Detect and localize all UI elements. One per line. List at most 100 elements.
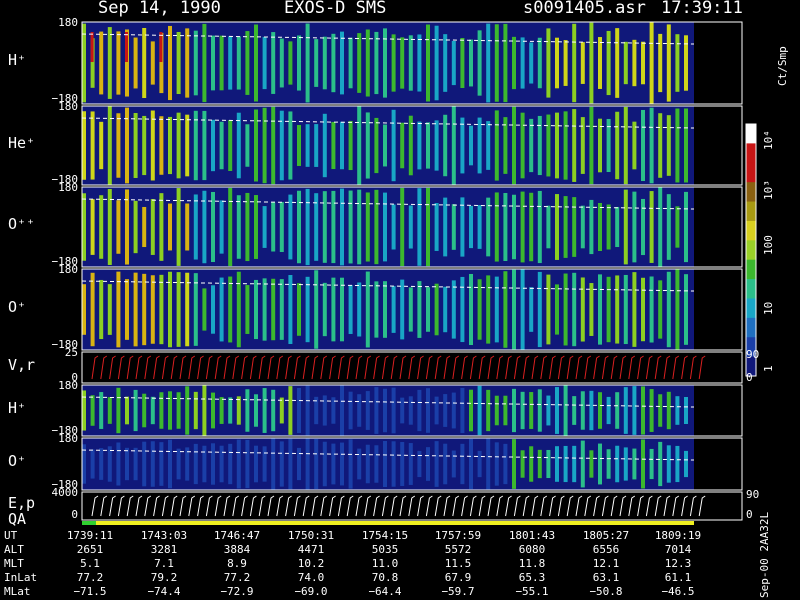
heatmap-band xyxy=(391,109,396,182)
heatmap-band xyxy=(649,276,654,343)
trace-mark xyxy=(417,495,424,517)
heatmap-band xyxy=(417,389,422,432)
heatmap-band xyxy=(202,110,207,181)
heatmap-band xyxy=(408,35,413,91)
heatmap-band xyxy=(494,395,499,426)
heatmap-band xyxy=(520,391,525,430)
heatmap-band xyxy=(82,390,86,431)
heatmap-bg xyxy=(82,438,694,490)
trace-mark xyxy=(214,355,222,380)
heatmap-band xyxy=(142,441,147,487)
heatmap-band xyxy=(512,439,516,489)
trace-mark xyxy=(390,355,398,380)
heatmap-band xyxy=(666,194,671,260)
heatmap-band xyxy=(185,447,190,481)
heatmap-band xyxy=(150,396,155,425)
info-cell: 1746:47 xyxy=(213,529,261,542)
info-row-label: InLat xyxy=(4,571,38,584)
heatmap-band xyxy=(168,391,172,430)
trace-mark xyxy=(601,355,609,380)
heatmap-band xyxy=(477,450,482,478)
heatmap-band xyxy=(193,194,198,260)
heatmap-band xyxy=(443,394,448,427)
y-tick-label: 180 xyxy=(58,263,78,276)
heatmap-band xyxy=(486,197,491,257)
heatmap-band xyxy=(107,27,112,99)
heatmap-band xyxy=(202,288,207,331)
heatmap-bg xyxy=(82,269,694,350)
trace-mark xyxy=(179,355,187,380)
colorbar-segment xyxy=(746,279,756,299)
heatmap-band xyxy=(245,439,250,489)
heatmap-band xyxy=(357,106,362,185)
colorbar-segment xyxy=(746,124,756,144)
heatmap-band xyxy=(512,36,516,90)
heatmap-band xyxy=(684,191,688,263)
heatmap-band xyxy=(520,450,525,478)
heatmap-band xyxy=(305,438,310,490)
heatmap-band xyxy=(271,438,276,490)
heatmap-band xyxy=(589,390,594,431)
heatmap-band xyxy=(563,445,568,483)
heatmap-band xyxy=(460,443,465,485)
heatmap-band xyxy=(615,445,620,483)
heatmap-band xyxy=(305,23,310,103)
trace-mark xyxy=(478,495,486,517)
info-cell: 1750:31 xyxy=(287,529,335,542)
info-cell: 5035 xyxy=(371,543,399,556)
heatmap-band xyxy=(658,33,663,93)
heatmap-band xyxy=(254,394,258,427)
heatmap-band xyxy=(107,189,112,265)
heatmap-band xyxy=(374,117,379,174)
info-cell: 67.9 xyxy=(444,571,472,584)
heatmap-band xyxy=(211,119,215,172)
heatmap-band xyxy=(666,271,671,348)
heatmap-band xyxy=(297,387,301,434)
heatmap-band xyxy=(649,22,654,104)
info-cell: −64.4 xyxy=(368,585,402,598)
heatmap-band xyxy=(684,450,688,478)
heatmap-band xyxy=(512,388,516,433)
heatmap-band xyxy=(185,114,190,177)
trace-mark xyxy=(417,355,424,380)
heatmap-band xyxy=(529,392,534,429)
heatmap-band xyxy=(211,35,215,91)
trace-mark xyxy=(637,495,644,517)
heatmap-band xyxy=(606,30,611,96)
heatmap-band xyxy=(460,197,465,257)
trace-mark xyxy=(153,355,160,380)
heatmap-band xyxy=(236,36,241,90)
trace-mark xyxy=(126,495,134,517)
trace-mark xyxy=(258,355,266,380)
heatmap-band xyxy=(271,278,276,341)
trace-mark xyxy=(487,355,495,380)
info-cell: −59.7 xyxy=(441,585,475,598)
trace-mark xyxy=(153,495,160,517)
colorbar-tick: 100 xyxy=(762,235,775,255)
heatmap-band xyxy=(288,41,293,85)
heatmap-band xyxy=(150,441,155,487)
heatmap-band xyxy=(133,389,138,432)
heatmap-band xyxy=(658,280,663,339)
heatmap-band xyxy=(555,112,559,179)
heatmap-band xyxy=(90,395,95,426)
heatmap-band xyxy=(684,108,688,183)
heatmap-band xyxy=(219,397,224,424)
trace-mark xyxy=(584,495,592,517)
heatmap-band xyxy=(383,192,387,262)
trace-mark xyxy=(293,355,301,380)
heatmap-band xyxy=(649,389,654,432)
heatmap-band xyxy=(176,31,181,95)
heatmap-band xyxy=(331,277,336,342)
trace-mark xyxy=(452,495,460,517)
trace-mark xyxy=(496,495,504,517)
heatmap-band xyxy=(563,40,568,86)
heatmap-band xyxy=(434,120,439,171)
heatmap-band xyxy=(572,396,577,425)
heatmap-band xyxy=(374,281,379,338)
heatmap-band xyxy=(598,392,602,429)
trace-mark xyxy=(672,355,680,380)
trace-mark xyxy=(249,355,257,380)
trace-mark xyxy=(390,495,398,517)
heatmap-band xyxy=(417,34,422,92)
